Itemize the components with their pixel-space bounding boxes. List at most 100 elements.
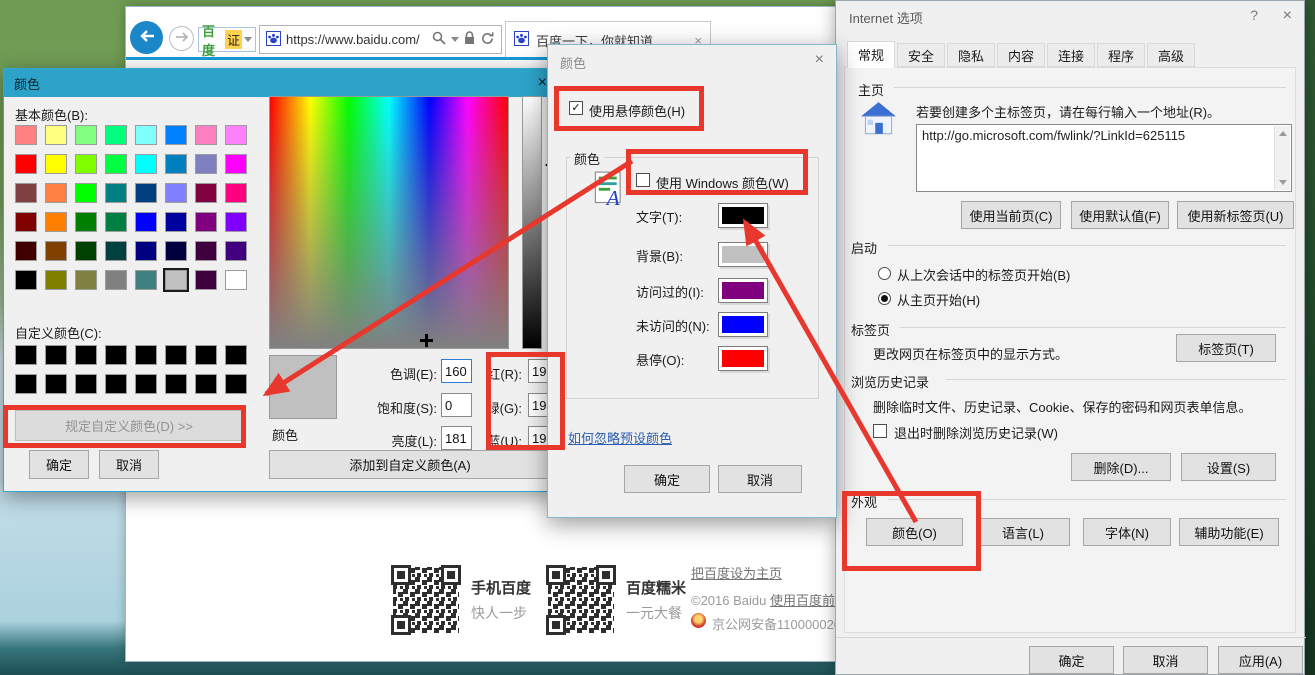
custom-color-swatch[interactable] xyxy=(45,345,67,365)
custom-color-swatch[interactable] xyxy=(165,345,187,365)
tabs-button[interactable]: 标签页(T) xyxy=(1176,334,1276,362)
radio-start-with-tabs-label[interactable]: 从上次会话中的标签页开始(B) xyxy=(897,265,1070,284)
apply-button[interactable]: 应用(A) xyxy=(1218,646,1303,674)
address-bar[interactable]: https://www.baidu.com/ xyxy=(259,25,502,54)
hover-color-swatch[interactable] xyxy=(718,346,768,371)
custom-color-swatch[interactable] xyxy=(105,374,127,394)
custom-color-swatch[interactable] xyxy=(15,374,37,394)
custom-color-swatch[interactable] xyxy=(75,345,97,365)
basic-color-swatch[interactable] xyxy=(105,270,127,290)
basic-color-swatch[interactable] xyxy=(105,154,127,174)
basic-color-swatch[interactable] xyxy=(105,125,127,145)
back-button[interactable] xyxy=(130,21,163,54)
basic-color-swatch[interactable] xyxy=(135,125,157,145)
use-hover-color-checkbox[interactable]: ✓ xyxy=(569,101,583,115)
use-hover-color-label[interactable]: 使用悬停颜色(H) xyxy=(589,101,685,120)
search-dropdown-icon[interactable] xyxy=(451,37,459,42)
engine-dropdown-icon[interactable] xyxy=(244,37,252,42)
basic-color-swatch[interactable] xyxy=(195,212,217,232)
search-engine-selector[interactable]: 百度 证 xyxy=(198,27,256,52)
radio-start-with-home[interactable] xyxy=(878,292,891,305)
saturation-input[interactable] xyxy=(441,393,472,417)
custom-color-swatch[interactable] xyxy=(135,345,157,365)
baidu-terms-link[interactable]: 使用百度前 xyxy=(770,593,835,608)
basic-color-swatch[interactable] xyxy=(15,125,37,145)
unvisited-color-swatch[interactable] xyxy=(718,312,768,337)
luminance-input[interactable] xyxy=(441,426,472,450)
basic-color-swatch[interactable] xyxy=(165,241,187,261)
ignore-preset-colors-link[interactable]: 如何忽略预设颜色 xyxy=(568,428,672,447)
basic-color-swatch[interactable] xyxy=(225,183,247,203)
ok-button[interactable]: 确定 xyxy=(29,450,89,479)
custom-color-swatch[interactable] xyxy=(105,345,127,365)
basic-color-swatch[interactable] xyxy=(45,241,67,261)
ok-button[interactable]: 确定 xyxy=(1029,646,1114,674)
basic-color-swatch[interactable] xyxy=(165,212,187,232)
color-crosshair-marker[interactable] xyxy=(420,334,433,347)
basic-color-swatch[interactable] xyxy=(105,212,127,232)
hue-saturation-gradient[interactable] xyxy=(269,96,509,349)
cancel-button[interactable]: 取消 xyxy=(99,450,159,479)
basic-color-swatch[interactable] xyxy=(135,212,157,232)
add-to-custom-colors-button[interactable]: 添加到自定义颜色(A) xyxy=(269,450,551,479)
ok-button[interactable]: 确定 xyxy=(624,465,710,493)
custom-color-swatch[interactable] xyxy=(15,345,37,365)
basic-color-swatch[interactable] xyxy=(45,154,67,174)
basic-color-swatch[interactable] xyxy=(165,183,187,203)
use-windows-colors-label[interactable]: 使用 Windows 颜色(W) xyxy=(656,173,789,192)
tab-privacy[interactable]: 隐私 xyxy=(947,43,995,67)
basic-color-swatch[interactable] xyxy=(165,270,187,290)
textarea-scrollbar[interactable] xyxy=(1274,126,1290,190)
basic-color-swatch[interactable] xyxy=(195,125,217,145)
basic-color-swatch[interactable] xyxy=(75,212,97,232)
fonts-button[interactable]: 字体(N) xyxy=(1083,518,1171,546)
basic-color-swatch[interactable] xyxy=(75,154,97,174)
basic-color-swatch[interactable] xyxy=(15,183,37,203)
basic-color-swatch[interactable] xyxy=(15,212,37,232)
basic-color-swatch[interactable] xyxy=(15,154,37,174)
tab-connections[interactable]: 连接 xyxy=(1047,43,1095,67)
scroll-up-icon[interactable] xyxy=(1279,131,1287,136)
use-current-page-button[interactable]: 使用当前页(C) xyxy=(961,201,1061,229)
close-icon[interactable]: × xyxy=(815,51,824,69)
basic-color-swatch[interactable] xyxy=(15,241,37,261)
radio-start-with-home-label[interactable]: 从主页开始(H) xyxy=(897,290,980,309)
dialog-titlebar[interactable]: 颜色 × xyxy=(4,69,557,97)
background-color-swatch[interactable] xyxy=(718,242,768,267)
basic-color-swatch[interactable] xyxy=(165,154,187,174)
basic-color-swatch[interactable] xyxy=(75,241,97,261)
tab-content[interactable]: 内容 xyxy=(997,43,1045,67)
languages-button[interactable]: 语言(L) xyxy=(976,518,1070,546)
basic-color-swatch[interactable] xyxy=(225,154,247,174)
text-color-swatch[interactable] xyxy=(718,203,768,228)
basic-color-swatch[interactable] xyxy=(75,270,97,290)
basic-color-swatch[interactable] xyxy=(135,270,157,290)
delete-button[interactable]: 删除(D)... xyxy=(1071,453,1171,481)
visited-color-swatch[interactable] xyxy=(718,278,768,303)
basic-color-swatch[interactable] xyxy=(15,270,37,290)
custom-color-swatch[interactable] xyxy=(195,345,217,365)
settings-button[interactable]: 设置(S) xyxy=(1181,453,1276,481)
basic-color-swatch[interactable] xyxy=(105,241,127,261)
custom-color-swatch[interactable] xyxy=(45,374,67,394)
use-new-tab-button[interactable]: 使用新标签页(U) xyxy=(1177,201,1294,229)
basic-color-swatch[interactable] xyxy=(45,183,67,203)
help-icon[interactable]: ? xyxy=(1250,7,1258,23)
custom-color-swatch[interactable] xyxy=(195,374,217,394)
homepage-url-textarea[interactable]: http://go.microsoft.com/fwlink/?LinkId=6… xyxy=(916,124,1292,192)
radio-start-with-tabs[interactable] xyxy=(878,267,891,280)
basic-color-swatch[interactable] xyxy=(45,212,67,232)
basic-color-swatch[interactable] xyxy=(135,241,157,261)
basic-color-swatch[interactable] xyxy=(225,125,247,145)
forward-button[interactable] xyxy=(169,26,194,51)
hue-input[interactable] xyxy=(441,359,472,383)
tab-advanced[interactable]: 高级 xyxy=(1147,43,1195,67)
basic-color-swatch[interactable] xyxy=(225,241,247,261)
close-icon[interactable]: × xyxy=(538,74,547,92)
use-default-button[interactable]: 使用默认值(F) xyxy=(1071,201,1169,229)
custom-color-swatch[interactable] xyxy=(225,374,247,394)
basic-color-swatch[interactable] xyxy=(195,154,217,174)
basic-color-swatch[interactable] xyxy=(105,183,127,203)
colors-button[interactable]: 颜色(O) xyxy=(866,518,963,546)
tab-programs[interactable]: 程序 xyxy=(1097,43,1145,67)
